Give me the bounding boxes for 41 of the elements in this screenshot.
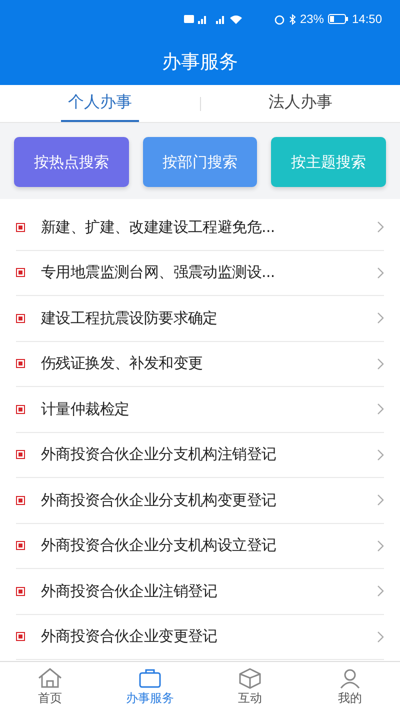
- service-item[interactable]: 外商投资合伙企业变更登记: [16, 614, 384, 660]
- service-item[interactable]: 伤残证换发、补发和变更: [16, 342, 384, 387]
- bullet-icon: [16, 541, 25, 550]
- bullet-icon: [16, 632, 25, 642]
- home-icon: [37, 666, 63, 688]
- chevron-right-icon: [377, 585, 384, 598]
- service-item[interactable]: 外商投资合伙企业注销登记: [16, 569, 384, 614]
- bullet-icon: [16, 359, 25, 368]
- briefcase-icon: [137, 666, 163, 688]
- bullet-icon: [16, 450, 25, 460]
- service-item[interactable]: 外商投资合伙企业分支机构注销登记: [16, 432, 384, 478]
- chevron-right-icon: [377, 540, 384, 552]
- bullet-icon: [16, 222, 25, 232]
- chevron-right-icon: [377, 266, 384, 279]
- bullet-icon: [16, 314, 25, 323]
- service-item[interactable]: 外商投资合伙企业分支机构变更登记: [16, 478, 384, 524]
- service-item[interactable]: 新建、扩建、改建建设工程避免危...: [16, 205, 384, 250]
- page-title: 办事服务: [162, 50, 238, 74]
- chevron-right-icon: [377, 312, 384, 324]
- chevron-right-icon: [377, 630, 384, 643]
- cube-icon: [237, 666, 263, 688]
- battery-text: 23%: [300, 12, 324, 26]
- bullet-icon: [16, 586, 25, 596]
- service-item[interactable]: 专用地震监测台网、强震动监测设...: [16, 250, 384, 296]
- chevron-right-icon: [377, 448, 384, 461]
- clock-text: 14:50: [352, 12, 382, 26]
- battery-icon: [328, 14, 348, 24]
- signal-icon: [184, 13, 244, 25]
- chevron-right-icon: [377, 494, 384, 506]
- chevron-right-icon: [377, 403, 384, 416]
- service-item[interactable]: 计量仲裁检定: [16, 387, 384, 432]
- bluetooth-icon: [288, 14, 296, 24]
- bullet-icon: [16, 268, 25, 278]
- chevron-right-icon: [377, 358, 384, 370]
- chevron-right-icon: [377, 221, 384, 234]
- service-item[interactable]: 建设工程抗震设防要求确定: [16, 296, 384, 342]
- search-category-button[interactable]: 按热点搜索: [14, 137, 129, 187]
- bullet-icon: [16, 496, 25, 505]
- service-item[interactable]: 外商投资合伙企业分支机构设立登记: [16, 524, 384, 569]
- bullet-icon: [16, 404, 25, 414]
- tab[interactable]: 法人办事: [201, 85, 400, 122]
